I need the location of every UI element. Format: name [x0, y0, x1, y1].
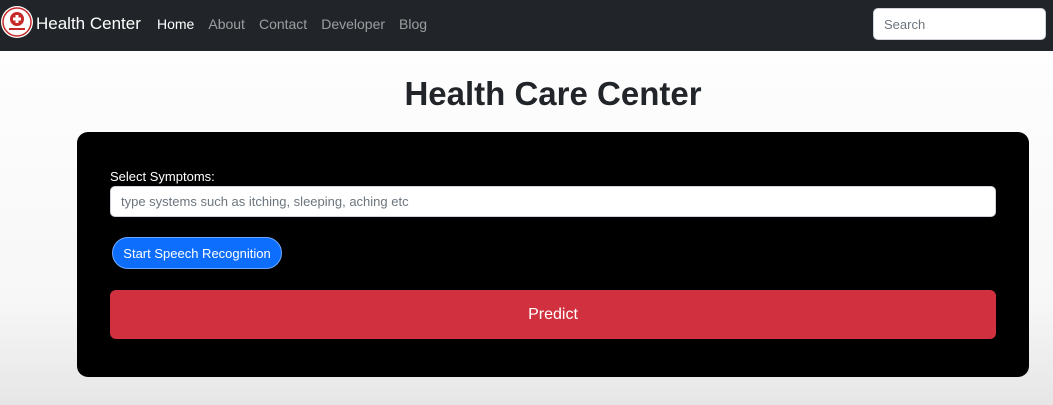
nav-link-developer[interactable]: Developer [321, 16, 385, 33]
nav-link-blog[interactable]: Blog [399, 16, 427, 33]
nav-links: Home About Contact Developer Blog [157, 16, 427, 33]
symptoms-label: Select Symptoms: [110, 169, 215, 184]
predict-button[interactable]: Predict [110, 290, 996, 339]
nav-link-home[interactable]: Home [157, 16, 194, 33]
brand-link[interactable]: Health Center [36, 14, 141, 34]
nav-link-contact[interactable]: Contact [259, 16, 307, 33]
navbar: Health Center Home About Contact Develop… [0, 0, 1053, 51]
start-speech-recognition-button[interactable]: Start Speech Recognition [112, 237, 282, 269]
symptoms-input[interactable] [110, 186, 996, 217]
page-title: Health Care Center [404, 75, 702, 112]
nav-link-about[interactable]: About [208, 16, 245, 33]
symptom-form-card: Select Symptoms: Start Speech Recognitio… [77, 132, 1029, 377]
health-care-logo-icon[interactable] [1, 6, 33, 38]
search-input[interactable] [873, 8, 1046, 40]
